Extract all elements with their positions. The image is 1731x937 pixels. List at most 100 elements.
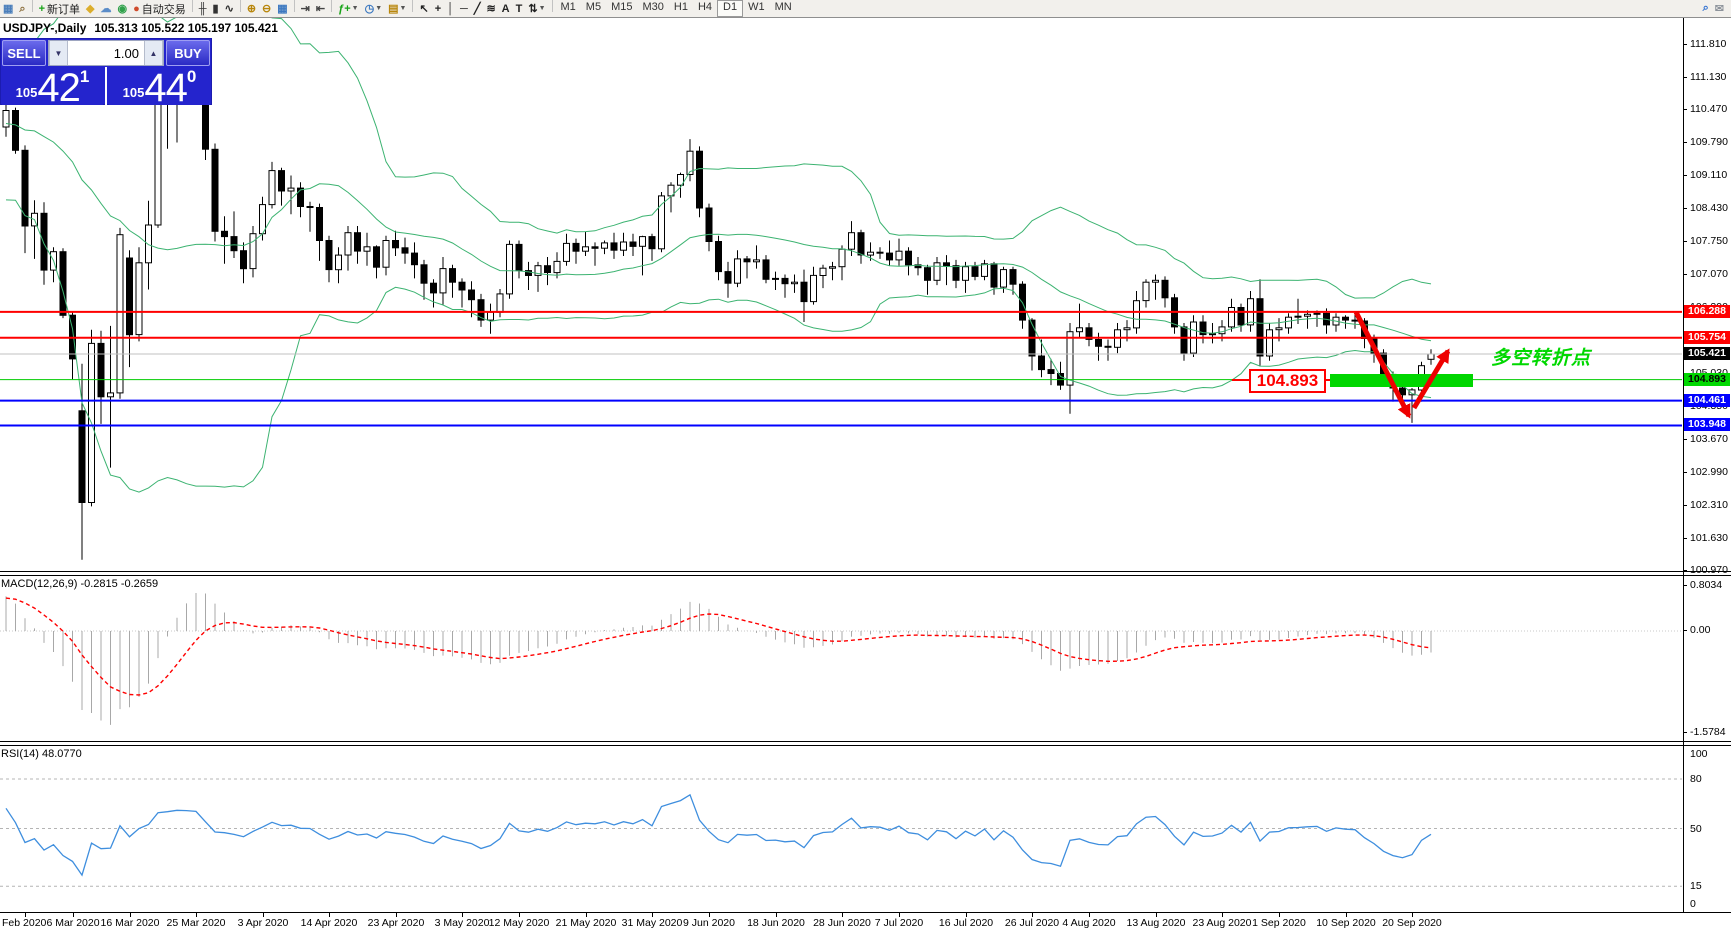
market-icon[interactable]: ☁ <box>97 0 114 16</box>
buy-price-display[interactable]: 105 44 0 <box>109 67 210 108</box>
rsi-indicator-label: RSI(14) 48.0770 <box>1 748 82 760</box>
price-axis-tick-label: 101.630 <box>1690 532 1728 544</box>
zoom-in-icon[interactable]: ⊕ <box>244 0 259 16</box>
price-axis-tick-label: 103.670 <box>1690 433 1728 445</box>
chart-shift-icon[interactable]: ⇤ <box>313 0 328 16</box>
volume-up-button[interactable]: ▲ <box>144 41 163 65</box>
vline-icon[interactable]: │ <box>444 1 457 17</box>
rsi-axis-label: 15 <box>1690 880 1702 892</box>
crosshair-icon[interactable]: + <box>432 1 444 17</box>
date-label: 13 Aug 2020 <box>1126 917 1186 929</box>
price-level-label: 103.948 <box>1684 418 1730 431</box>
timeframe-M30[interactable]: M30 <box>637 0 668 15</box>
volume-input[interactable]: 1.00 <box>68 41 144 65</box>
date-label: 1 Sep 2020 <box>1252 917 1306 929</box>
main-macd-divider[interactable] <box>0 571 1731 576</box>
price-level-label: 104.461 <box>1684 394 1730 407</box>
price-axis-tick-label: 110.470 <box>1690 103 1728 115</box>
new-order-button[interactable]: + 新订单 <box>36 1 83 17</box>
price-level-label: 105.421 <box>1684 347 1730 360</box>
date-label: 3 May 2020 <box>434 917 490 929</box>
zoom-out-icon[interactable]: ⊖ <box>259 0 274 16</box>
date-label: 10 Sep 2020 <box>1316 917 1376 929</box>
timeframe-M5[interactable]: M5 <box>581 0 606 15</box>
toolbar-separator <box>191 0 193 12</box>
volume-down-button[interactable]: ▼ <box>49 41 68 65</box>
signals-icon[interactable]: ◉ <box>114 0 130 16</box>
label-icon[interactable]: T <box>513 1 526 17</box>
tile-windows-icon[interactable]: ▦ <box>274 0 290 16</box>
ohlc-values: 105.313 105.522 105.197 105.421 <box>94 21 278 35</box>
history-center-icon[interactable]: ◆ <box>83 0 97 16</box>
price-level-label: 104.893 <box>1684 373 1730 386</box>
date-label: 26 Jul 2020 <box>1004 917 1060 929</box>
arrows-icon[interactable]: ⇅ ▼ <box>525 0 548 16</box>
macd-rsi-divider[interactable] <box>0 741 1731 746</box>
price-axis-tick <box>1683 570 1687 571</box>
sell-button[interactable]: SELL <box>2 40 46 66</box>
timeframe-M15[interactable]: M15 <box>606 0 637 15</box>
price-axis-tick-label: 100.970 <box>1690 564 1728 576</box>
price-axis-tick <box>1683 142 1687 143</box>
date-label: 6 Mar 2020 <box>46 917 100 929</box>
price-axis-tick <box>1683 505 1687 506</box>
date-label: 23 Apr 2020 <box>367 917 425 929</box>
sell-price-display[interactable]: 105 42 1 <box>2 67 103 108</box>
timeframe-H4[interactable]: H4 <box>693 0 717 15</box>
date-label: 16 Mar 2020 <box>100 917 160 929</box>
timeframe-M1[interactable]: M1 <box>556 0 581 15</box>
chart-window-icon[interactable]: ▦ <box>0 0 16 16</box>
one-click-trading-panel: SELL ▼ 1.00 ▲ BUY 105 42 1 105 44 0 <box>0 38 212 108</box>
line-chart-icon[interactable]: ∿ <box>222 0 237 16</box>
date-label: 12 May 2020 <box>488 917 550 929</box>
toolbar-separator <box>331 0 333 12</box>
toolbar-left-icons: ▦ ⌕ + 新订单 ◆ ☁ ◉ ● 自动交易 ╫ ▮ ∿ ⊕ ⊖ ▦ ⇥ ⇤ ƒ+ ▼ ◷ ▼ ▤ ▼ ↖ + │ ─ ╱ ≋ A T ⇅ ▼ <box>0 0 556 17</box>
price-axis-tick <box>1683 109 1687 110</box>
rsi-axis-label: 80 <box>1690 773 1702 785</box>
date-label: 21 May 2020 <box>555 917 617 929</box>
autotrading-button[interactable]: ● 自动交易 <box>130 1 189 17</box>
bar-chart-icon[interactable]: ╫ <box>196 1 210 17</box>
timeframe-H1[interactable]: H1 <box>669 0 693 15</box>
macd-panel[interactable] <box>0 575 1731 741</box>
cursor-icon[interactable]: ↖ <box>416 0 431 16</box>
date-label: 4 Aug 2020 <box>1062 917 1116 929</box>
date-label: 7 Jul 2020 <box>874 917 924 929</box>
candlestick-chart-icon[interactable]: ▮ <box>210 0 222 16</box>
date-label: 16 Jul 2020 <box>938 917 994 929</box>
data-window-icon[interactable]: ⌕ <box>16 1 28 17</box>
date-label: 18 Jun 2020 <box>747 917 805 929</box>
rsi-axis-label: 50 <box>1690 823 1702 835</box>
macd-axis-tick <box>1683 732 1687 733</box>
price-axis[interactable] <box>1683 17 1684 912</box>
time-axis[interactable]: Feb 2020 6 Mar 2020 16 Mar 2020 25 Mar 2020… <box>0 912 1731 937</box>
macd-axis-tick <box>1683 630 1687 631</box>
macd-axis-label: 0.00 <box>1690 624 1711 636</box>
timeframe-W1[interactable]: W1 <box>743 0 770 15</box>
search-icon[interactable]: ⌕ <box>1700 1 1712 17</box>
templates-icon[interactable]: ▤ ▼ <box>385 0 409 16</box>
turning-point-annotation[interactable]: 多空转折点 <box>1491 343 1591 370</box>
rsi-panel[interactable] <box>0 746 1731 912</box>
toolbar-separator <box>412 0 414 12</box>
price-axis-tick-label: 111.810 <box>1690 38 1727 50</box>
chat-icon[interactable]: ✉ <box>1712 1 1727 17</box>
date-label: 14 Apr 2020 <box>300 917 358 929</box>
price-callout-label[interactable]: 104.893 <box>1249 369 1326 393</box>
price-axis-tick <box>1683 175 1687 176</box>
timeframe-MN[interactable]: MN <box>770 0 797 15</box>
main-chart[interactable] <box>0 17 1731 571</box>
auto-scroll-icon[interactable]: ⇥ <box>298 0 313 16</box>
toolbar-separator <box>31 0 33 12</box>
fibonacci-icon[interactable]: ≋ <box>483 0 498 16</box>
hline-icon[interactable]: ─ <box>457 1 471 17</box>
indicators-icon[interactable]: ƒ+ ▼ <box>335 1 361 17</box>
trendline-icon[interactable]: ╱ <box>471 0 484 16</box>
macd-axis-label: 0.8034 <box>1690 579 1723 591</box>
text-icon[interactable]: A <box>499 1 513 17</box>
periods-icon[interactable]: ◷ ▼ <box>362 0 386 16</box>
price-axis-tick-label: 108.430 <box>1690 202 1728 214</box>
price-axis-tick-label: 111.130 <box>1690 71 1727 83</box>
timeframe-D1[interactable]: D1 <box>717 0 744 17</box>
buy-button[interactable]: BUY <box>166 40 210 66</box>
